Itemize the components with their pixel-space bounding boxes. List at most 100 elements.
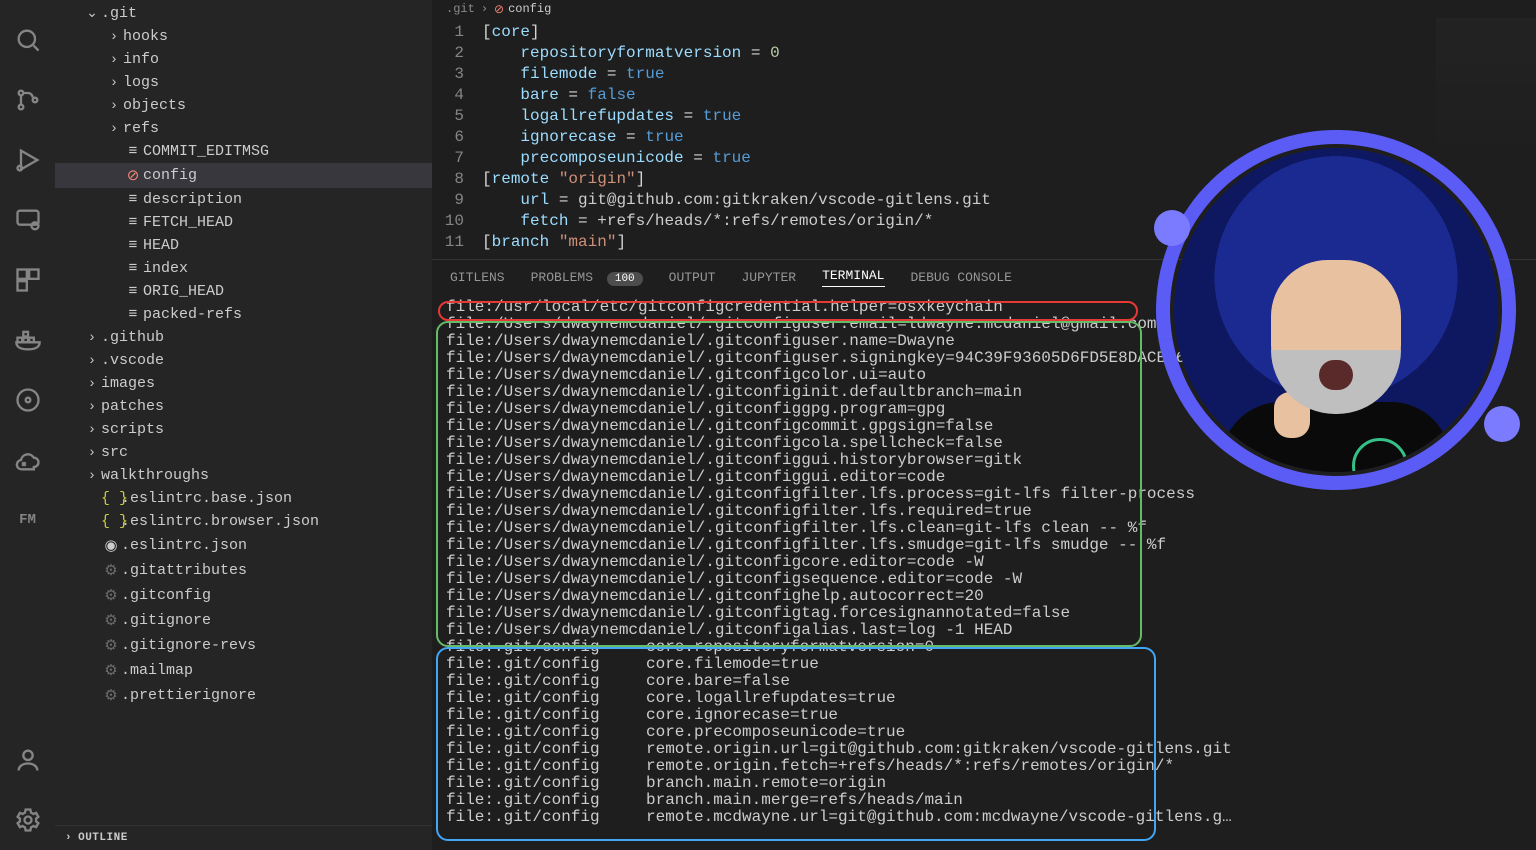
- file-fetch-head[interactable]: ≡FETCH_HEAD: [55, 211, 432, 234]
- folder-objects[interactable]: ›objects: [55, 94, 432, 117]
- tree-item-label: HEAD: [143, 237, 179, 254]
- tree-item-label: .vscode: [101, 352, 164, 369]
- sidebar-explorer: ⌄.git›hooks›info›logs›objects›refs≡COMMI…: [55, 0, 432, 850]
- tree-item-label: images: [101, 375, 155, 392]
- terminal-line: file:.git/configcore.precomposeunicode=t…: [446, 724, 1522, 741]
- outline-panel-header[interactable]: › OUTLINE: [55, 825, 432, 850]
- extensions-icon[interactable]: [14, 266, 42, 294]
- code-content: [remote "origin"]: [482, 169, 645, 190]
- tree-item-label: patches: [101, 398, 164, 415]
- fm-icon[interactable]: FM: [14, 506, 42, 534]
- tree-item-label: .git: [101, 5, 137, 22]
- folder-patches[interactable]: ›patches: [55, 395, 432, 418]
- tree-item-label: .github: [101, 329, 164, 346]
- tab-terminal[interactable]: TERMINAL: [822, 268, 884, 287]
- file--gitignore-revs[interactable]: ⚙.gitignore-revs: [55, 633, 432, 658]
- search-icon[interactable]: [14, 26, 42, 54]
- tree-item-label: index: [143, 260, 188, 277]
- terminal-line: file:/Users/dwaynemcdaniel/.gitconfigfil…: [446, 503, 1522, 520]
- file--gitignore[interactable]: ⚙.gitignore: [55, 608, 432, 633]
- folder-images[interactable]: ›images: [55, 372, 432, 395]
- tree-item-label: .gitattributes: [121, 562, 247, 579]
- chevron-right-icon: ›: [83, 468, 101, 484]
- breadcrumb-folder: .git: [446, 2, 475, 16]
- folder-src[interactable]: ›src: [55, 441, 432, 464]
- docker-icon[interactable]: [14, 326, 42, 354]
- file--gitattributes[interactable]: ⚙.gitattributes: [55, 558, 432, 583]
- tab-output[interactable]: OUTPUT: [669, 270, 716, 285]
- code-line: 2 repositoryformatversion = 0: [442, 43, 1536, 64]
- file--eslintrc-json[interactable]: ◉.eslintrc.json: [55, 533, 432, 558]
- line-number: 4: [442, 85, 482, 106]
- file--mailmap[interactable]: ⚙.mailmap: [55, 658, 432, 683]
- tree-item-label: src: [101, 444, 128, 461]
- file-packed-refs[interactable]: ≡packed-refs: [55, 303, 432, 326]
- line-number: 9: [442, 190, 482, 211]
- file--eslintrc-browser-json[interactable]: { }.eslintrc.browser.json: [55, 510, 432, 533]
- line-number: 7: [442, 148, 482, 169]
- cloud-icon[interactable]: [14, 446, 42, 474]
- breadcrumb[interactable]: .git › ⊘ config: [432, 0, 1536, 18]
- file--prettierignore[interactable]: ⚙.prettierignore: [55, 683, 432, 708]
- file-text-icon: ≡: [123, 283, 143, 300]
- file-gear-icon: ⚙: [101, 611, 121, 630]
- tree-item-label: .gitignore-revs: [121, 637, 256, 654]
- folder--github[interactable]: ›.github: [55, 326, 432, 349]
- tab-jupyter[interactable]: JUPYTER: [741, 270, 796, 285]
- accounts-icon[interactable]: [14, 746, 42, 774]
- chevron-right-icon: ›: [65, 832, 72, 844]
- remote-explorer-icon[interactable]: [14, 206, 42, 234]
- sync-icon[interactable]: [14, 386, 42, 414]
- chevron-right-icon: ›: [105, 121, 123, 137]
- code-content: repositoryformatversion = 0: [482, 43, 780, 64]
- terminal-line: file:/Users/dwaynemcdaniel/.gitconfigfil…: [446, 537, 1522, 554]
- tab-debug-console[interactable]: DEBUG CONSOLE: [911, 270, 1012, 285]
- file-error-icon: ⊘: [123, 166, 143, 185]
- breadcrumb-current: config: [508, 2, 551, 16]
- file-text-icon: ≡: [123, 191, 143, 208]
- line-number: 6: [442, 127, 482, 148]
- tab-gitlens[interactable]: GITLENS: [450, 270, 505, 285]
- file--eslintrc-base-json[interactable]: { }.eslintrc.base.json: [55, 487, 432, 510]
- terminal-line: file:.git/configbranch.main.merge=refs/h…: [446, 792, 1522, 809]
- tree-item-label: scripts: [101, 421, 164, 438]
- folder-info[interactable]: ›info: [55, 48, 432, 71]
- tree-item-label: COMMIT_EDITMSG: [143, 143, 269, 160]
- folder-refs[interactable]: ›refs: [55, 117, 432, 140]
- file-index[interactable]: ≡index: [55, 257, 432, 280]
- folder--git[interactable]: ⌄.git: [55, 2, 432, 25]
- file-config[interactable]: ⊘config: [55, 163, 432, 188]
- terminal-line: file:.git/configcore.bare=false: [446, 673, 1522, 690]
- terminal-line: file:/Users/dwaynemcdaniel/.gitconfighel…: [446, 588, 1522, 605]
- chevron-right-icon: ›: [481, 2, 488, 16]
- run-debug-icon[interactable]: [14, 146, 42, 174]
- tree-item-label: logs: [123, 74, 159, 91]
- source-control-icon[interactable]: [14, 86, 42, 114]
- chevron-right-icon: ›: [105, 52, 123, 68]
- code-content: bare = false: [482, 85, 636, 106]
- terminal-line: file:/Users/dwaynemcdaniel/.gitconfigtag…: [446, 605, 1522, 622]
- file-description[interactable]: ≡description: [55, 188, 432, 211]
- tab-problems[interactable]: PROBLEMS 100: [531, 270, 643, 285]
- line-number: 5: [442, 106, 482, 127]
- file-commit-editmsg[interactable]: ≡COMMIT_EDITMSG: [55, 140, 432, 163]
- tree-item-label: .mailmap: [121, 662, 193, 679]
- code-line: 1[core]: [442, 22, 1536, 43]
- line-number: 8: [442, 169, 482, 190]
- file-orig-head[interactable]: ≡ORIG_HEAD: [55, 280, 432, 303]
- folder-hooks[interactable]: ›hooks: [55, 25, 432, 48]
- settings-gear-icon[interactable]: [14, 806, 42, 834]
- code-content: filemode = true: [482, 64, 664, 85]
- code-line: 4 bare = false: [442, 85, 1536, 106]
- file-gear-icon: ⚙: [101, 561, 121, 580]
- folder-walkthroughs[interactable]: ›walkthroughs: [55, 464, 432, 487]
- terminal-line: file:.git/configremote.origin.fetch=+ref…: [446, 758, 1522, 775]
- file-head[interactable]: ≡HEAD: [55, 234, 432, 257]
- folder-scripts[interactable]: ›scripts: [55, 418, 432, 441]
- file--gitconfig[interactable]: ⚙.gitconfig: [55, 583, 432, 608]
- folder--vscode[interactable]: ›.vscode: [55, 349, 432, 372]
- file-tree[interactable]: ⌄.git›hooks›info›logs›objects›refs≡COMMI…: [55, 0, 432, 825]
- terminal-line: file:.git/configcore.ignorecase=true: [446, 707, 1522, 724]
- tree-item-label: info: [123, 51, 159, 68]
- folder-logs[interactable]: ›logs: [55, 71, 432, 94]
